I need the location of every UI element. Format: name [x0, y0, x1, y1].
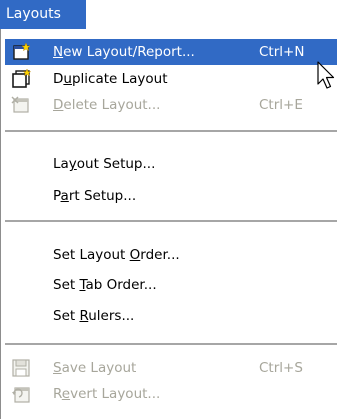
menu-item-shortcut: Ctrl+E — [259, 97, 303, 113]
menu-item-label: Save Layout — [53, 360, 137, 376]
menu-item-label: Set Rulers... — [53, 308, 135, 324]
layouts-dropdown-menu: New Layout/Report... Ctrl+N Duplicate La… — [0, 29, 337, 419]
delete-layout-icon — [11, 95, 31, 115]
menu-separator — [5, 220, 337, 222]
menu-item-label: Layout Setup... — [53, 156, 156, 172]
menu-item-label: New Layout/Report... — [53, 44, 195, 60]
menu-item-layout-setup[interactable]: Layout Setup... — [5, 151, 337, 177]
menu-item-set-rulers[interactable]: Set Rulers... — [5, 303, 337, 329]
menu-item-shortcut: Ctrl+S — [259, 360, 303, 376]
menu-item-new-layout-report[interactable]: New Layout/Report... Ctrl+N — [5, 39, 337, 65]
menu-item-label: Duplicate Layout — [53, 71, 168, 87]
menu-title-layouts[interactable]: Layouts — [0, 0, 86, 29]
menu-separator — [5, 343, 337, 345]
menu-item-shortcut: Ctrl+N — [259, 44, 305, 60]
menu-item-delete-layout[interactable]: Delete Layout... Ctrl+E — [5, 92, 337, 118]
menu-item-label: Set Layout Order... — [53, 247, 180, 263]
new-layout-icon — [11, 42, 31, 62]
menu-item-label: Set Tab Order... — [53, 277, 157, 293]
menu-item-label: Part Setup... — [53, 188, 137, 204]
menu-item-duplicate-layout[interactable]: Duplicate Layout — [5, 66, 337, 92]
menu-item-save-layout[interactable]: Save Layout Ctrl+S — [5, 355, 337, 381]
menu-separator — [5, 130, 337, 132]
revert-layout-icon — [11, 384, 31, 404]
menu-item-revert-layout[interactable]: Revert Layout... — [5, 381, 337, 407]
duplicate-layout-icon — [11, 68, 32, 89]
menu-item-part-setup[interactable]: Part Setup... — [5, 183, 337, 209]
menu-item-set-layout-order[interactable]: Set Layout Order... — [5, 242, 337, 268]
menu-item-label: Delete Layout... — [53, 97, 161, 113]
menu-item-label: Revert Layout... — [53, 386, 161, 402]
menu-item-set-tab-order[interactable]: Set Tab Order... — [5, 272, 337, 298]
save-layout-icon — [11, 358, 31, 378]
mouse-pointer-icon — [317, 61, 335, 89]
